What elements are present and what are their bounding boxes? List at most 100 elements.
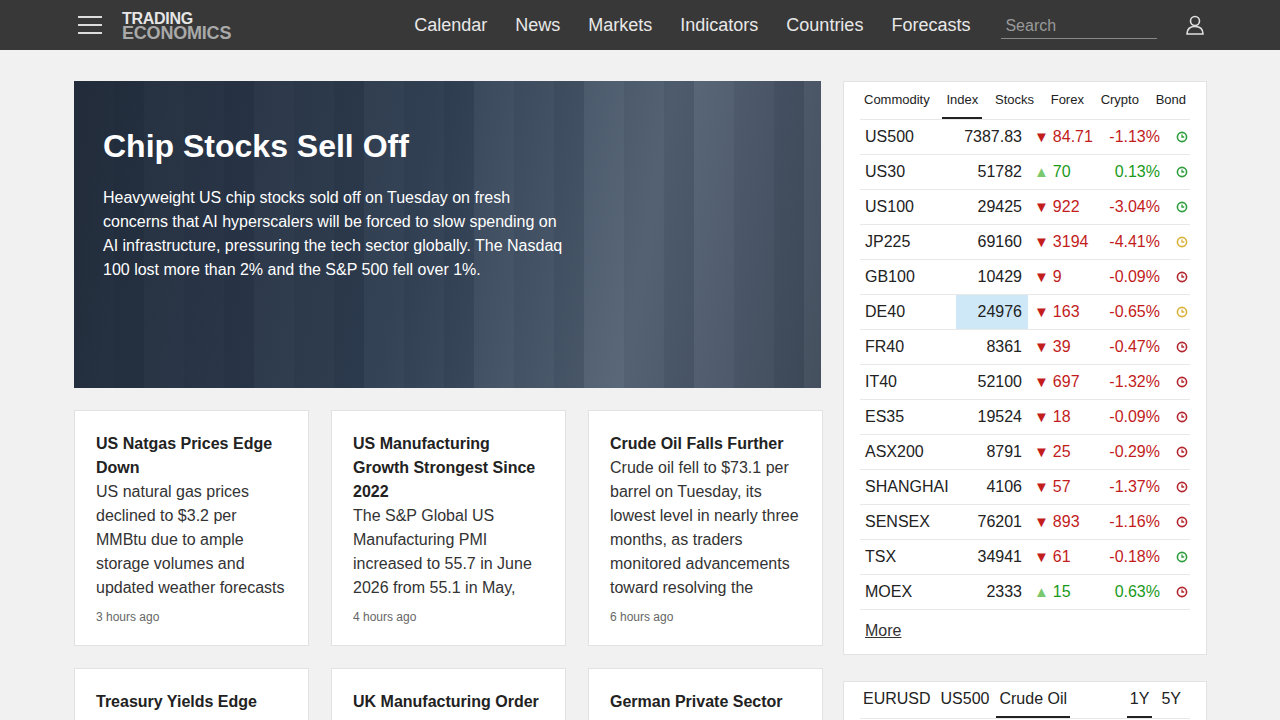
market-row[interactable]: FR408361▼39-0.47% (860, 329, 1190, 364)
clock-cell (1160, 236, 1188, 248)
market-value: 24976 (956, 295, 1028, 329)
news-title[interactable]: US Manufacturing Growth Strongest Since … (353, 432, 545, 504)
market-name[interactable]: US30 (860, 163, 956, 181)
search-field[interactable] (1001, 15, 1157, 39)
trend-icon: ▼ (1034, 408, 1049, 425)
clock-cell (1160, 516, 1188, 528)
market-name[interactable]: ASX200 (860, 443, 956, 461)
clock-cell (1160, 201, 1188, 213)
hero-text: Heavyweight US chip stocks sold off on T… (103, 186, 573, 282)
clock-icon (1176, 271, 1188, 283)
market-name[interactable]: IT40 (860, 373, 956, 391)
change-value: 3194 (1053, 233, 1089, 250)
hero-title[interactable]: Chip Stocks Sell Off (103, 126, 792, 166)
market-name[interactable]: GB100 (860, 268, 956, 286)
market-change: ▼893 (1028, 513, 1098, 531)
market-row[interactable]: TSX34941▼61-0.18% (860, 539, 1190, 574)
market-change: ▼9 (1028, 268, 1098, 286)
chart-panel: EURUSDUS500Crude Oil 1Y5Y (843, 681, 1207, 720)
market-name[interactable]: SHANGHAI (860, 478, 956, 496)
news-card[interactable]: UK Manufacturing Order (331, 668, 566, 720)
chart-tabs: EURUSDUS500Crude Oil 1Y5Y (860, 682, 1190, 718)
clock-icon (1176, 341, 1188, 353)
logo[interactable]: TRADINGECONOMICS (122, 11, 231, 41)
news-title[interactable]: US Natgas Prices Edge Down (96, 432, 288, 480)
range-tab[interactable]: 5Y (1158, 682, 1184, 718)
market-row[interactable]: DE4024976▼163-0.65% (860, 294, 1190, 329)
market-tabs: CommodityIndexStocksForexCryptoBond (860, 82, 1190, 119)
news-text: Crude oil fell to $73.1 per barrel on Tu… (610, 456, 802, 600)
clock-icon (1176, 411, 1188, 423)
nav-link[interactable]: Calendar (414, 15, 487, 36)
news-grid: US Natgas Prices Edge DownUS natural gas… (74, 410, 821, 720)
market-tab[interactable]: Forex (1047, 82, 1088, 119)
market-row[interactable]: ASX2008791▼25-0.29% (860, 434, 1190, 469)
market-row[interactable]: ES3519524▼18-0.09% (860, 399, 1190, 434)
market-tab[interactable]: Commodity (860, 82, 934, 119)
trend-icon: ▼ (1034, 548, 1049, 565)
market-change: ▼57 (1028, 478, 1098, 496)
market-change: ▼163 (1028, 303, 1098, 321)
chart-tab[interactable]: EURUSD (860, 682, 934, 718)
nav-link[interactable]: Countries (786, 15, 863, 36)
change-value: 39 (1053, 338, 1071, 355)
market-value: 51782 (956, 155, 1028, 189)
hero-story[interactable]: Chip Stocks Sell Off Heavyweight US chip … (74, 81, 821, 388)
market-name[interactable]: US100 (860, 198, 956, 216)
change-value: 25 (1053, 443, 1071, 460)
chart-tab[interactable]: Crude Oil (996, 682, 1070, 718)
market-row[interactable]: US10029425▼922-3.04% (860, 189, 1190, 224)
nav-link[interactable]: Forecasts (891, 15, 970, 36)
market-name[interactable]: MOEX (860, 583, 956, 601)
news-card[interactable]: Crude Oil Falls FurtherCrude oil fell to… (588, 410, 823, 646)
market-name[interactable]: TSX (860, 548, 956, 566)
market-row[interactable]: JP22569160▼3194-4.41% (860, 224, 1190, 259)
news-title[interactable]: UK Manufacturing Order (353, 690, 545, 714)
market-tab[interactable]: Crypto (1097, 82, 1143, 119)
clock-cell (1160, 166, 1188, 178)
market-row[interactable]: US5007387.83▼84.71-1.13% (860, 119, 1190, 154)
change-value: 15 (1053, 583, 1071, 600)
news-title[interactable]: Treasury Yields Edge (96, 690, 288, 714)
more-link[interactable]: More (860, 609, 1190, 654)
change-value: 893 (1053, 513, 1080, 530)
nav-link[interactable]: Indicators (680, 15, 758, 36)
market-row[interactable]: MOEX2333▲150.63% (860, 574, 1190, 609)
nav-link[interactable]: News (515, 15, 560, 36)
nav-link[interactable]: Markets (588, 15, 652, 36)
menu-icon[interactable] (78, 16, 102, 34)
market-row[interactable]: SHANGHAI4106▼57-1.37% (860, 469, 1190, 504)
market-tab[interactable]: Stocks (991, 82, 1038, 119)
market-name[interactable]: FR40 (860, 338, 956, 356)
news-time: 3 hours ago (96, 600, 288, 624)
news-card[interactable]: German Private Sector (588, 668, 823, 720)
market-row[interactable]: US3051782▲700.13% (860, 154, 1190, 189)
news-card[interactable]: US Natgas Prices Edge DownUS natural gas… (74, 410, 309, 646)
clock-cell (1160, 586, 1188, 598)
market-tab[interactable]: Index (942, 82, 982, 119)
trend-icon: ▼ (1034, 303, 1049, 320)
market-name[interactable]: JP225 (860, 233, 956, 251)
main-nav: Calendar News Markets Indicators Countries Fo… (414, 15, 970, 36)
market-percent: -0.18% (1098, 548, 1160, 566)
range-tab[interactable]: 1Y (1127, 682, 1153, 718)
market-name[interactable]: ES35 (860, 408, 956, 426)
clock-cell (1160, 481, 1188, 493)
market-value: 34941 (956, 540, 1028, 574)
clock-icon (1176, 166, 1188, 178)
market-name[interactable]: US500 (860, 128, 956, 146)
trend-icon: ▼ (1034, 198, 1049, 215)
news-title[interactable]: Crude Oil Falls Further (610, 432, 802, 456)
chart-tab[interactable]: US500 (938, 682, 993, 718)
market-row[interactable]: IT4052100▼697-1.32% (860, 364, 1190, 399)
news-card[interactable]: US Manufacturing Growth Strongest Since … (331, 410, 566, 646)
user-icon[interactable] (1185, 15, 1205, 35)
news-title[interactable]: German Private Sector (610, 690, 802, 714)
market-name[interactable]: SENSEX (860, 513, 956, 531)
news-card[interactable]: Treasury Yields Edge (74, 668, 309, 720)
market-row[interactable]: GB10010429▼9-0.09% (860, 259, 1190, 294)
market-row[interactable]: SENSEX76201▼893-1.16% (860, 504, 1190, 539)
market-tab[interactable]: Bond (1152, 82, 1190, 119)
market-name[interactable]: DE40 (860, 303, 956, 321)
trend-icon: ▲ (1034, 583, 1049, 600)
